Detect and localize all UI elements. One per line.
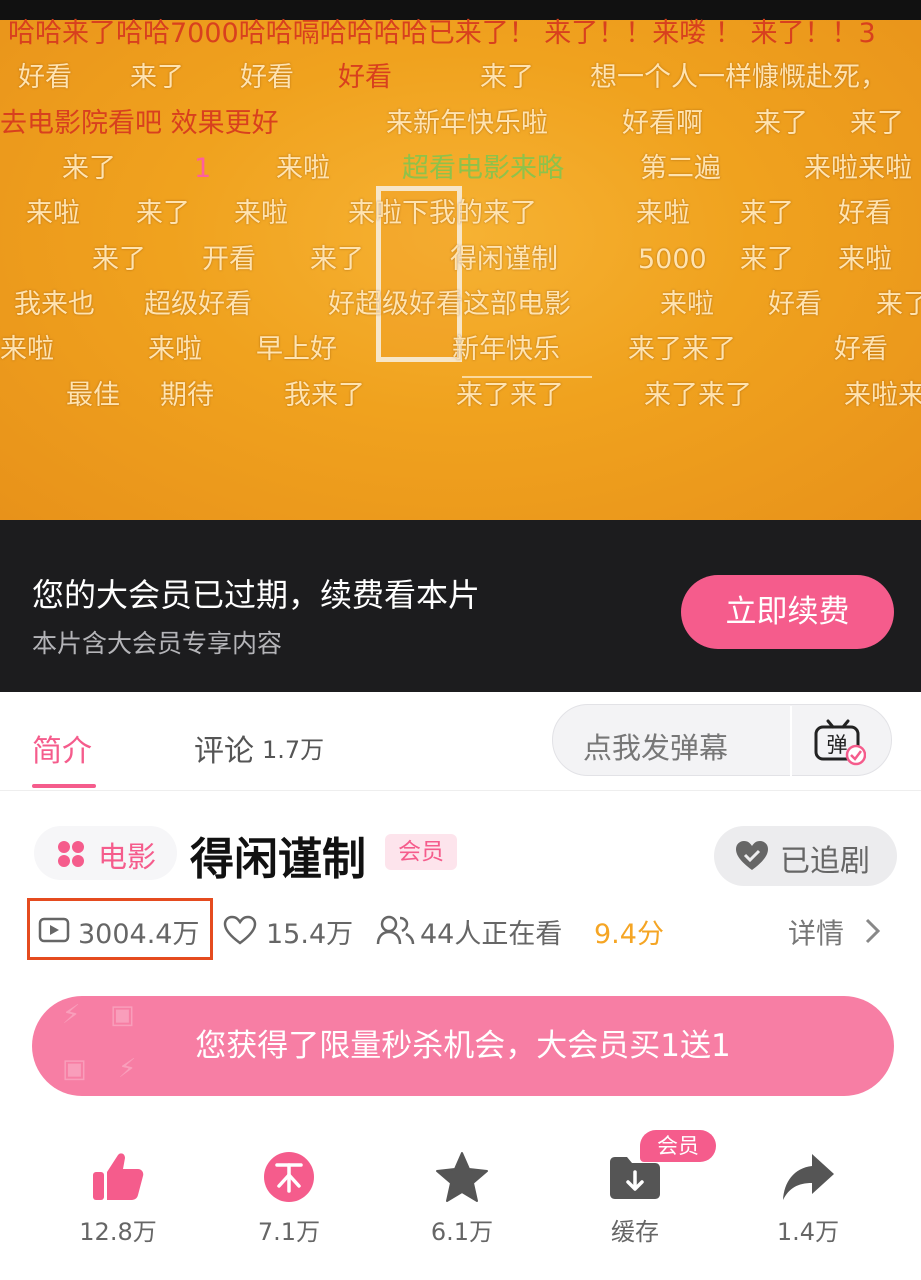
danmaku-item: 来啦 <box>234 198 288 229</box>
danmaku-item: 来了来了 <box>456 380 564 411</box>
danmaku-item: 好看 <box>834 334 888 365</box>
danmaku-item: 开看 <box>202 244 256 275</box>
vip-badge: 会员 <box>385 834 457 870</box>
thumbs-up-icon <box>93 1153 144 1200</box>
danmaku-item: 来啦 <box>26 198 80 229</box>
poster-underline <box>462 376 592 378</box>
like-action[interactable]: 12.8万 <box>48 1150 188 1260</box>
danmaku-item: 来啦 <box>636 198 690 229</box>
danmaku-item: 来啦 <box>0 334 54 365</box>
coin-count: 7.1万 <box>257 1218 321 1246</box>
danmaku-item: 超看电影来略 <box>402 153 564 184</box>
danmaku-item: 好看 <box>240 62 294 93</box>
vip-expired-subtitle: 本片含大会员专享内容 <box>32 629 283 658</box>
watching-users-icon <box>376 915 415 945</box>
danmaku-item: 好超级好看这部电影 <box>328 289 571 320</box>
cache-label: 缓存 <box>611 1218 659 1246</box>
follow-label[interactable]: 已追剧 <box>780 836 870 880</box>
danmaku-item: 来了 <box>310 244 364 275</box>
details-link[interactable]: 详情 <box>788 912 844 952</box>
danmaku-item: 我来了 <box>284 380 365 411</box>
danmaku-toggle-icon[interactable]: 弹 <box>810 715 866 767</box>
danmaku-item: 好看 <box>338 62 392 93</box>
danmaku-item: 早上好 <box>256 334 337 365</box>
danmaku-item: 想一个人一样慷慨赴死， <box>590 62 887 93</box>
active-tab-indicator <box>32 784 96 788</box>
share-action[interactable]: 1.4万 <box>738 1150 878 1260</box>
player-top-strip <box>0 0 921 20</box>
cache-action[interactable]: 缓存 <box>565 1150 705 1260</box>
danmaku-item: 好看啊 <box>622 108 703 139</box>
renew-button[interactable]: 立即续费 <box>681 575 894 649</box>
video-player[interactable]: 哈哈来了哈哈7000哈哈嗝哈哈哈哈已来了！ 来了！！来喽 ！ 来了！！3 好看 … <box>0 0 921 520</box>
danmaku-item: 去电影院看吧 效果更好 <box>0 108 279 139</box>
danmaku-item: 来了 <box>62 153 116 184</box>
danmaku-item: 最佳 <box>66 380 120 411</box>
tab-comments-count: 1.7万 <box>262 736 325 764</box>
danmaku-item: 来了 <box>130 62 184 93</box>
danmaku-item: 来啦 <box>148 334 202 365</box>
promo-banner[interactable]: ⚡ ▣ ▣ ⚡ 您获得了限量秒杀机会，大会员买1送1 <box>32 996 894 1096</box>
danmaku-item: 好看 <box>768 289 822 320</box>
danmaku-item: 超级好看 <box>144 289 252 320</box>
share-count: 1.4万 <box>776 1218 840 1246</box>
danmaku-item: 好看 <box>838 198 892 229</box>
watching-count: 44人正在看 <box>420 919 563 950</box>
danmaku-item: 得闲谨制 <box>450 244 558 275</box>
danmaku-item: 来了 <box>740 198 794 229</box>
like-count: 12.8万 <box>79 1218 157 1246</box>
danmaku-item: 来了 <box>92 244 146 275</box>
danmaku-item: 好看 <box>18 62 72 93</box>
tab-comments[interactable]: 评论 <box>194 726 254 770</box>
rating-score: 9.4分 <box>594 919 664 950</box>
share-arrow-icon <box>783 1154 834 1200</box>
heart-filled-icon <box>736 841 768 870</box>
coin-icon <box>264 1152 314 1202</box>
chevron-right-icon[interactable] <box>862 916 884 946</box>
favorite-action[interactable]: 6.1万 <box>392 1150 532 1260</box>
category-label[interactable]: 电影 <box>98 834 156 876</box>
star-icon <box>436 1152 488 1202</box>
danmaku-item: 哈哈来了哈哈7000哈哈嗝哈哈哈哈已来了！ 来了！！来喽 ！ 来了！！3 <box>8 18 876 49</box>
favorite-count: 6.1万 <box>430 1218 494 1246</box>
play-count-icon <box>38 917 70 943</box>
danmaku-item: 期待 <box>160 380 214 411</box>
danmaku-item: 来啦 <box>838 244 892 275</box>
danmaku-item: 第二遍 <box>640 153 721 184</box>
heart-icon <box>223 915 257 945</box>
danmaku-item: 来了 <box>136 198 190 229</box>
danmaku-item: 来了 <box>740 244 794 275</box>
danmaku-item: 我来也 <box>14 289 95 320</box>
view-count: 3004.4万 <box>78 919 200 950</box>
danmaku-item: 来了 <box>754 108 808 139</box>
coin-action[interactable]: 7.1万 <box>219 1150 359 1260</box>
danmaku-item: 来啦下我的来了 <box>348 198 537 229</box>
danmaku-item: 1 <box>194 153 212 184</box>
danmaku-item: 来新年快乐啦 <box>386 108 548 139</box>
danmaku-item: 来了 <box>480 62 534 93</box>
follow-count: 15.4万 <box>266 919 354 950</box>
category-movie-icon <box>58 841 84 867</box>
promo-text[interactable]: 您获得了限量秒杀机会，大会员买1送1 <box>32 996 894 1096</box>
danmaku-icon-char: 弹 <box>827 733 848 757</box>
vip-expired-title: 您的大会员已过期，续费看本片 <box>32 576 481 614</box>
danmaku-input-placeholder[interactable]: 点我发弹幕 <box>583 725 728 767</box>
danmaku-item: 来啦来 <box>844 380 921 411</box>
tab-intro[interactable]: 简介 <box>32 726 92 770</box>
danmaku-input-divider <box>790 706 792 776</box>
danmaku-item: 来啦 <box>660 289 714 320</box>
danmaku-item: 来了 <box>850 108 904 139</box>
danmaku-item: 新年快乐 <box>452 334 560 365</box>
danmaku-item: 来了来了 <box>644 380 752 411</box>
danmaku-item: 5000 <box>638 244 707 275</box>
danmaku-item: 来了 <box>876 289 921 320</box>
cache-vip-badge: 会员 <box>640 1130 716 1162</box>
danmaku-item: 来了来了 <box>628 334 736 365</box>
danmaku-item: 来啦 <box>276 153 330 184</box>
movie-title: 得闲谨制 <box>190 834 366 885</box>
danmaku-item: 来啦来啦 <box>804 153 912 184</box>
